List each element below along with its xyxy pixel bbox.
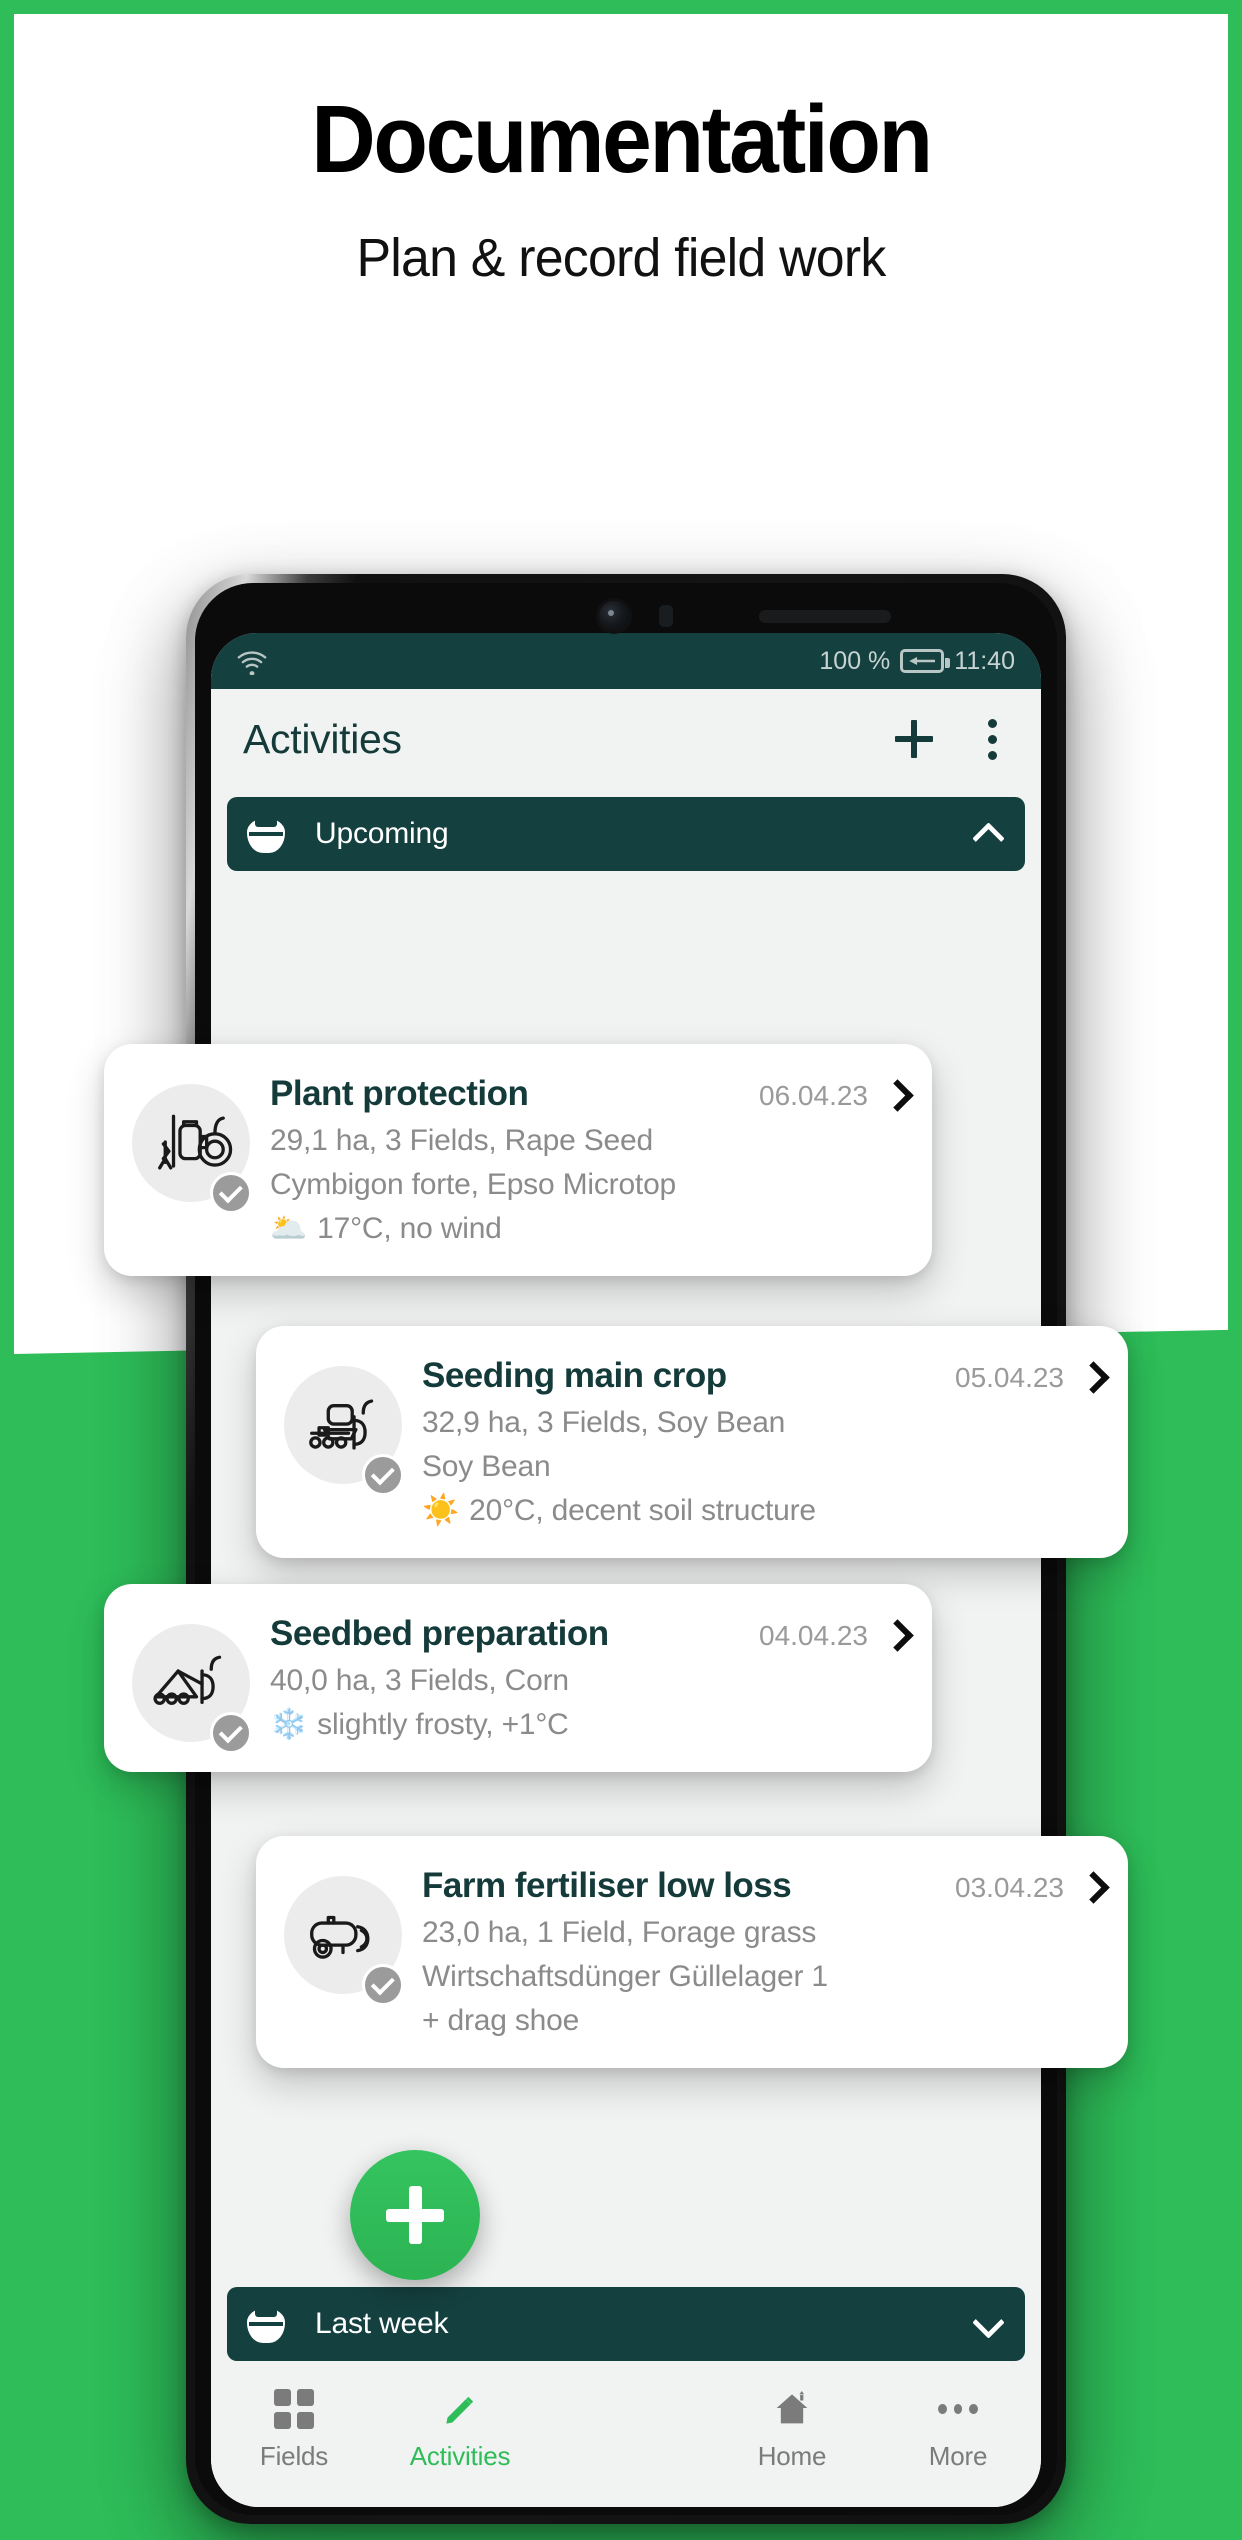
activity-line-1: 23,0 ha, 1 Field, Forage grass: [422, 1916, 817, 1949]
clock-label: 11:40: [954, 646, 1015, 675]
page-title: Documentation: [311, 86, 933, 193]
ellipsis-icon: [938, 2389, 979, 2429]
activity-card[interactable]: Farm fertiliser low loss 03.04.23 23,0 h…: [256, 1836, 1128, 2068]
activity-line-2: Cymbigon forte, Epso Microtop: [270, 1168, 677, 1201]
wifi-icon: [235, 647, 269, 676]
activity-card[interactable]: Plant protection 06.04.23 29,1 ha, 3 Fie…: [104, 1044, 932, 1276]
activity-line-3: + drag shoe: [422, 2004, 580, 2037]
activity-card[interactable]: Seedbed preparation 04.04.23 40,0 ha, 3 …: [104, 1584, 932, 1772]
activity-header: Plant protection 06.04.23: [270, 1074, 906, 1114]
nav-label: Activities: [409, 2441, 511, 2471]
activity-thumbnail: [284, 1356, 410, 1528]
activity-header: Farm fertiliser low loss 03.04.23: [422, 1866, 1102, 1906]
add-activity-fab[interactable]: [350, 2150, 480, 2280]
nav-item-more[interactable]: More: [875, 2389, 1041, 2472]
section-label: Upcoming: [315, 817, 449, 850]
weather-cloud-icon: 🌥️: [270, 1212, 308, 1245]
app-bar-title: Activities: [243, 715, 402, 762]
activity-date: 05.04.23: [955, 1362, 1064, 1393]
activity-card[interactable]: Seeding main crop 05.04.23 32,9 ha, 3 Fi…: [256, 1326, 1128, 1558]
hero-block: Documentation Plan & record field work: [0, 86, 1242, 289]
front-camera-icon: [599, 601, 629, 631]
activity-line-1: 40,0 ha, 3 Fields, Corn: [270, 1664, 569, 1697]
activity-line-1: 32,9 ha, 3 Fields, Soy Bean: [422, 1406, 786, 1439]
activity-line-1: 29,1 ha, 3 Fields, Rape Seed: [270, 1124, 653, 1157]
activity-thumbnail: [132, 1614, 258, 1754]
activity-title: Plant protection: [270, 1074, 529, 1113]
nav-item-fields[interactable]: Fields: [211, 2389, 377, 2472]
chevron-right-icon[interactable]: [1082, 1361, 1102, 1391]
activity-date: 03.04.23: [955, 1872, 1064, 1903]
page-subtitle: Plan & record field work: [356, 227, 886, 288]
activity-thumbnail: [132, 1074, 258, 1246]
activity-line-2: Soy Bean: [422, 1450, 551, 1483]
status-bar-right: 100 % 11:40: [819, 647, 1015, 676]
cultivator-icon: [145, 1647, 237, 1719]
activity-weather: ❄️ slightly frosty, +1°C: [270, 1708, 906, 1742]
app-bar: Activities: [211, 689, 1041, 789]
activity-weather: ☀️ 20°C, decent soil structure: [422, 1494, 1102, 1528]
activity-date: 06.04.23: [759, 1080, 868, 1111]
battery-percent-label: 100 %: [819, 646, 891, 675]
battery-charging-icon: [900, 649, 951, 673]
section-label: Last week: [315, 2307, 449, 2340]
status-bar: 100 % 11:40: [211, 633, 1041, 689]
activity-content: Plant protection 06.04.23 29,1 ha, 3 Fie…: [258, 1074, 906, 1246]
activity-title: Seedbed preparation: [270, 1614, 609, 1653]
activity-thumbnail: [284, 1866, 410, 2038]
chevron-down-icon[interactable]: [973, 2309, 1003, 2339]
nav-label: Fields: [259, 2441, 329, 2471]
weather-text: 20°C, decent soil structure: [469, 1494, 816, 1527]
proximity-sensor-icon: [659, 605, 673, 627]
activity-header: Seeding main crop 05.04.23: [422, 1356, 1102, 1396]
check-circle-icon: [362, 1964, 404, 2006]
activity-title: Seeding main crop: [422, 1356, 727, 1395]
section-header-upcoming[interactable]: Upcoming: [227, 797, 1025, 871]
nav-label: Home: [757, 2441, 827, 2471]
plus-icon: [386, 2186, 444, 2244]
nav-item-activities[interactable]: Activities: [377, 2389, 543, 2472]
nav-label: More: [928, 2441, 988, 2471]
check-circle-icon: [362, 1454, 404, 1496]
field-sprayer-icon: [145, 1107, 237, 1179]
more-vertical-icon[interactable]: [973, 718, 1011, 760]
nav-item-home[interactable]: Home: [709, 2389, 875, 2472]
activity-content: Seeding main crop 05.04.23 32,9 ha, 3 Fi…: [410, 1356, 1102, 1528]
weather-text: 17°C, no wind: [317, 1212, 502, 1245]
phone-screen: 100 % 11:40 Activities Upcoming Last wee…: [211, 633, 1041, 2507]
app-bar-actions: [895, 718, 1011, 760]
activity-weather: 🌥️ 17°C, no wind: [270, 1212, 906, 1246]
section-header-last-week[interactable]: Last week: [227, 2287, 1025, 2361]
chevron-right-icon[interactable]: [886, 1079, 906, 1109]
grid-icon: [274, 2389, 314, 2429]
slurry-tanker-icon: [297, 1899, 389, 1971]
weather-sun-icon: ☀️: [422, 1494, 460, 1527]
activity-date: 04.04.23: [759, 1620, 868, 1651]
check-circle-icon: [210, 1712, 252, 1754]
check-circle-icon: [210, 1172, 252, 1214]
pencil-icon: [440, 2389, 480, 2429]
activity-title: Farm fertiliser low loss: [422, 1866, 792, 1905]
calendar-icon: [247, 2305, 285, 2343]
weather-text: slightly frosty, +1°C: [317, 1708, 569, 1741]
calendar-icon: [247, 815, 285, 853]
weather-snowflake-icon: ❄️: [270, 1708, 308, 1741]
plus-icon[interactable]: [895, 720, 933, 758]
seed-drill-icon: [297, 1389, 389, 1461]
activity-content: Seedbed preparation 04.04.23 40,0 ha, 3 …: [258, 1614, 906, 1742]
chevron-right-icon[interactable]: [886, 1619, 906, 1649]
bottom-navigation: Fields Activities Home More: [211, 2371, 1041, 2507]
activity-line-2: Wirtschaftsdünger Güllelager 1: [422, 1960, 828, 1993]
chevron-right-icon[interactable]: [1082, 1871, 1102, 1901]
activity-content: Farm fertiliser low loss 03.04.23 23,0 h…: [410, 1866, 1102, 2038]
chevron-up-icon[interactable]: [973, 819, 1003, 849]
earpiece-speaker-icon: [759, 610, 891, 623]
activity-header: Seedbed preparation 04.04.23: [270, 1614, 906, 1654]
home-icon: [771, 2389, 813, 2429]
